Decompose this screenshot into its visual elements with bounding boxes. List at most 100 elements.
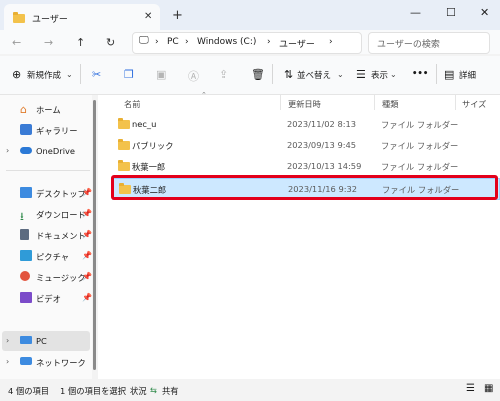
command-bar: ⊕ 新規作成 ⌄ ✂ ❐ ▣ Ⓐ ⇪ 🗑 ⇅ 並べ替え ⌄ ☰ 表示 ⌄ •••… <box>0 56 500 95</box>
sort-caret-icon: ⌃ <box>201 91 207 99</box>
sidebar-item-music[interactable]: ミュージック 📌 <box>0 267 92 287</box>
sidebar-item-pictures[interactable]: ピクチャ 📌 <box>0 246 92 266</box>
toolbar-divider <box>272 64 273 84</box>
sidebar-item-label: ミュージック <box>36 273 86 283</box>
sort-button[interactable]: 並べ替え <box>297 69 331 81</box>
sidebar-item-gallery[interactable]: ギャラリー <box>0 120 90 140</box>
column-divider[interactable] <box>455 95 456 110</box>
chevron-right-icon[interactable]: › <box>6 146 9 155</box>
file-name: パブリック <box>132 141 174 151</box>
breadcrumb-pc[interactable]: PC <box>167 37 179 47</box>
pin-icon[interactable]: 📌 <box>82 272 92 281</box>
sidebar-item-home[interactable]: ⌂ ホーム <box>0 99 90 119</box>
tiles-view-icon[interactable]: ▦ <box>484 383 493 394</box>
new-plus-icon: ⊕ <box>12 68 22 81</box>
highlight-annotation-box <box>111 175 498 200</box>
pin-icon[interactable]: 📌 <box>82 230 92 239</box>
tab-active[interactable]: ユーザー ✕ <box>4 4 160 30</box>
column-divider[interactable] <box>374 95 375 110</box>
sidebar-item-desktop[interactable]: デスクトップ 📌 <box>0 183 92 203</box>
pin-icon[interactable]: 📌 <box>82 188 92 197</box>
chevron-right-icon[interactable]: › <box>6 357 9 366</box>
sidebar-item-label: PC <box>36 336 47 346</box>
sidebar-item-pc[interactable]: › PC <box>0 331 90 351</box>
details-view-icon[interactable]: ☰ <box>466 383 475 394</box>
sidebar-item-label: ホーム <box>36 105 61 115</box>
forward-button[interactable]: → <box>44 36 53 49</box>
maximize-button[interactable]: ☐ <box>446 6 456 19</box>
download-icon: ⭳ <box>20 210 24 223</box>
file-type: ファイル フォルダー <box>381 162 459 172</box>
sidebar-item-label: ギャラリー <box>36 126 78 136</box>
breadcrumb-sep-icon: › <box>267 37 271 47</box>
share-icon[interactable]: ⇪ <box>219 68 228 81</box>
paste-icon[interactable]: ▣ <box>156 68 166 81</box>
back-button[interactable]: ← <box>12 36 21 49</box>
view-button[interactable]: 表示 <box>371 69 388 81</box>
refresh-button[interactable]: ↻ <box>106 36 115 49</box>
sidebar-item-documents[interactable]: ドキュメント 📌 <box>0 225 92 245</box>
sidebar-item-onedrive[interactable]: › OneDrive <box>0 141 90 161</box>
cut-icon[interactable]: ✂ <box>92 68 101 81</box>
item-count: 4 個の項目 <box>8 386 50 396</box>
pin-icon[interactable]: 📌 <box>82 251 92 260</box>
toolbar-divider <box>80 64 81 84</box>
sidebar-item-label: ドキュメント <box>36 231 86 241</box>
file-type: ファイル フォルダー <box>381 141 459 151</box>
search-input[interactable]: ユーザーの検索 <box>368 32 490 54</box>
sort-icon: ⇅ <box>284 68 294 81</box>
file-type: ファイル フォルダー <box>381 120 459 130</box>
monitor-icon: 🖵 <box>139 35 149 46</box>
gallery-icon <box>20 124 32 135</box>
file-name: nec_u <box>132 119 157 129</box>
column-header-type[interactable]: 種類 <box>382 98 398 110</box>
sidebar-scroll-thumb[interactable] <box>93 100 96 370</box>
status-bar: 4 個の項目 1 個の項目を選択 状況 ⇆ 共有 ☰ ▦ <box>0 380 500 401</box>
file-date: 2023/10/13 14:59 <box>287 161 362 171</box>
share-status: 共有 <box>162 386 179 396</box>
picture-icon <box>20 250 32 261</box>
chevron-right-icon[interactable]: › <box>6 336 9 345</box>
file-row[interactable]: パブリック 2023/09/13 9:45 ファイル フォルダー <box>112 135 498 155</box>
sidebar-divider <box>6 170 90 171</box>
file-date: 2023/11/02 8:13 <box>287 119 357 129</box>
sidebar-item-network[interactable]: › ネットワーク <box>0 352 90 372</box>
copy-icon[interactable]: ❐ <box>124 68 134 81</box>
file-row[interactable]: nec_u 2023/11/02 8:13 ファイル フォルダー <box>112 114 498 134</box>
breadcrumb-sep-icon: › <box>155 37 159 47</box>
address-row: ← → ↑ ↻ 🖵 › PC › Windows (C:) › ユーザー › ユ… <box>0 30 500 54</box>
file-row[interactable]: 秋葉一郎 2023/10/13 14:59 ファイル フォルダー <box>112 156 498 176</box>
file-name: 秋葉一郎 <box>132 162 166 172</box>
tab-strip: ユーザー ✕ + — ☐ ✕ <box>0 0 500 30</box>
breadcrumb-users[interactable]: ユーザー <box>279 37 315 50</box>
sidebar-item-videos[interactable]: ビデオ 📌 <box>0 288 92 308</box>
rename-icon[interactable]: Ⓐ <box>188 68 199 84</box>
sidebar-item-downloads[interactable]: ⭳ ダウンロード 📌 <box>0 204 92 224</box>
minimize-button[interactable]: — <box>410 6 421 19</box>
window-close-button[interactable]: ✕ <box>480 6 489 19</box>
pin-icon[interactable]: 📌 <box>82 293 92 302</box>
new-button[interactable]: 新規作成 <box>27 69 61 81</box>
up-button[interactable]: ↑ <box>76 36 85 49</box>
selected-count: 1 個の項目を選択 <box>60 386 126 396</box>
desktop-icon <box>20 187 32 198</box>
shared-icon: ⇆ <box>150 385 157 395</box>
address-bar[interactable]: 🖵 › PC › Windows (C:) › ユーザー › <box>132 32 362 54</box>
new-tab-button[interactable]: + <box>172 8 183 23</box>
details-button[interactable]: 詳細 <box>459 69 476 81</box>
column-header-name[interactable]: 名前 <box>124 98 140 110</box>
toolbar-divider <box>436 64 437 84</box>
column-header-date[interactable]: 更新日時 <box>288 98 321 110</box>
breadcrumb-windows-c[interactable]: Windows (C:) <box>197 37 256 47</box>
search-placeholder: ユーザーの検索 <box>377 40 440 50</box>
sidebar-item-label: ビデオ <box>36 294 61 304</box>
column-header-size[interactable]: サイズ <box>462 98 486 110</box>
tab-close-icon[interactable]: ✕ <box>144 11 152 22</box>
breadcrumb-sep-icon: › <box>329 37 333 47</box>
cloud-icon <box>20 147 32 154</box>
delete-icon[interactable]: 🗑 <box>251 68 265 81</box>
pin-icon[interactable]: 📌 <box>82 209 92 218</box>
column-divider[interactable] <box>280 95 281 110</box>
more-options-button[interactable]: ••• <box>412 69 428 79</box>
status-label: 状況 <box>130 386 147 396</box>
